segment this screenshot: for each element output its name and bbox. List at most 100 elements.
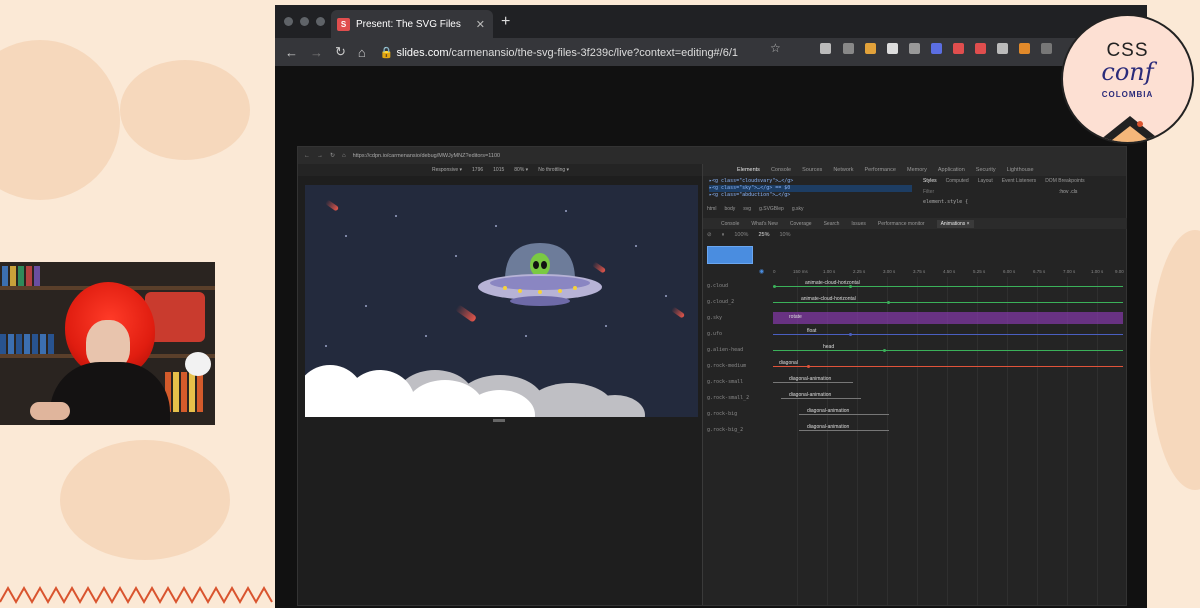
breadcrumb-item[interactable]: g.sky xyxy=(792,206,804,212)
breadcrumb-item[interactable]: svg xyxy=(743,206,751,212)
clear-icon[interactable]: ⊘ xyxy=(707,232,712,239)
extension-icon[interactable] xyxy=(1019,43,1030,54)
animation-group-preview[interactable] xyxy=(707,246,753,264)
home-icon[interactable]: ⌂ xyxy=(342,153,346,159)
breadcrumb-item[interactable]: body xyxy=(724,206,735,212)
back-arrow-icon[interactable]: ← xyxy=(304,153,310,159)
track-label[interactable]: g.cloud_2 xyxy=(707,299,734,305)
width-input[interactable]: 1796 xyxy=(472,167,483,173)
track-label[interactable]: g.rock-big xyxy=(707,411,737,417)
styles-filter-input[interactable]: Filter xyxy=(923,189,934,195)
resize-handle[interactable] xyxy=(493,419,505,422)
speed-100[interactable]: 100% xyxy=(734,232,748,239)
extension-icon[interactable] xyxy=(865,43,876,54)
track-label[interactable]: g.rock-small xyxy=(707,379,743,385)
address-bar[interactable]: 🔒 slides.com/carmenansio/the-svg-files-3… xyxy=(380,46,738,59)
track-label[interactable]: g.cloud xyxy=(707,283,728,289)
breadcrumb-item[interactable]: g.SVGBlep xyxy=(759,206,784,212)
tab-dom-breakpoints[interactable]: DOM Breakpoints xyxy=(1045,178,1084,184)
animation-name[interactable]: head xyxy=(823,344,834,350)
close-window-button[interactable] xyxy=(284,17,293,26)
extension-icon[interactable] xyxy=(931,43,942,54)
extension-icon[interactable] xyxy=(953,43,964,54)
reload-icon[interactable]: ↻ xyxy=(330,152,335,159)
animation-name[interactable]: diagonal-animation xyxy=(807,424,849,430)
drawer-tab-console[interactable]: Console xyxy=(721,221,739,227)
speed-10[interactable]: 10% xyxy=(779,232,790,239)
animation-name[interactable]: rotate xyxy=(789,314,802,320)
dom-node[interactable]: ▸<g class="abduction">…</g> xyxy=(709,192,912,199)
keyframe[interactable] xyxy=(807,365,810,368)
bookmark-star-icon[interactable]: ☆ xyxy=(770,41,781,55)
tab-network[interactable]: Network xyxy=(833,167,853,173)
zoom-select[interactable]: 80% ▾ xyxy=(514,167,528,173)
home-icon[interactable]: ⌂ xyxy=(358,45,366,60)
new-tab-button[interactable]: + xyxy=(501,13,510,31)
tab-elements[interactable]: Elements xyxy=(737,167,760,173)
animation-name[interactable]: animate-cloud-horizontal xyxy=(801,296,856,302)
reload-icon[interactable]: ↻ xyxy=(335,44,346,60)
extension-icon[interactable] xyxy=(997,43,1008,54)
tab-memory[interactable]: Memory xyxy=(907,167,927,173)
pause-icon[interactable]: ⏸ xyxy=(722,232,725,239)
extension-icon[interactable] xyxy=(909,43,920,54)
extension-icon[interactable] xyxy=(843,43,854,54)
star xyxy=(605,325,607,327)
track-label[interactable]: g.rock-small_2 xyxy=(707,395,749,401)
track-label[interactable]: g.rock-big_2 xyxy=(707,427,743,433)
tab-layout[interactable]: Layout xyxy=(978,178,993,184)
drawer-tab-search[interactable]: Search xyxy=(824,221,840,227)
logo-text-colombia: COLOMBIA xyxy=(1101,90,1154,99)
tab-console[interactable]: Console xyxy=(771,167,791,173)
keyframe[interactable] xyxy=(887,301,890,304)
animation-name[interactable]: diagonal-animation xyxy=(789,376,831,382)
tab-security[interactable]: Security xyxy=(976,167,996,173)
throttle-select[interactable]: No throttling ▾ xyxy=(538,167,569,173)
dom-node[interactable]: ▸<g class="cloudsvary">…</g> xyxy=(709,178,912,185)
keyframe[interactable] xyxy=(773,285,776,288)
extension-icon[interactable] xyxy=(820,43,831,54)
keyframe[interactable] xyxy=(849,285,852,288)
forward-arrow-icon[interactable]: → xyxy=(317,153,323,159)
device-select[interactable]: Responsive ▾ xyxy=(432,167,462,173)
back-arrow-icon[interactable]: ← xyxy=(285,45,298,60)
minimize-window-button[interactable] xyxy=(300,17,309,26)
extension-icon[interactable] xyxy=(1041,43,1052,54)
tab-computed[interactable]: Computed xyxy=(946,178,969,184)
animation-name[interactable]: float xyxy=(807,328,816,334)
track-label[interactable]: g.ufo xyxy=(707,331,722,337)
scrubber-icon[interactable]: ◉ xyxy=(759,268,764,275)
tab-sources[interactable]: Sources xyxy=(802,167,822,173)
extension-icon[interactable] xyxy=(975,43,986,54)
tab-event-listeners[interactable]: Event Listeners xyxy=(1002,178,1036,184)
maximize-window-button[interactable] xyxy=(316,17,325,26)
breadcrumb-item[interactable]: html xyxy=(707,206,716,212)
animation-name[interactable]: diagonal-animation xyxy=(807,408,849,414)
track-label[interactable]: g.rock-medium xyxy=(707,363,746,369)
drawer-tab-performance-monitor[interactable]: Performance monitor xyxy=(878,221,925,227)
track-label[interactable]: g.sky xyxy=(707,315,722,321)
extension-icon[interactable] xyxy=(887,43,898,54)
tab-styles[interactable]: Styles xyxy=(923,178,937,184)
keyframe[interactable] xyxy=(883,349,886,352)
height-input[interactable]: 1015 xyxy=(493,167,504,173)
styles-filter-hints[interactable]: :hov .cls xyxy=(1059,189,1077,195)
tab-lighthouse[interactable]: Lighthouse xyxy=(1007,167,1034,173)
animation-name[interactable]: diagonal-animation xyxy=(789,392,831,398)
star xyxy=(425,335,427,337)
tab-performance[interactable]: Performance xyxy=(864,167,896,173)
drawer-tab-whats-new[interactable]: What's New xyxy=(751,221,778,227)
tab-present-svg-files[interactable]: S Present: The SVG Files ✕ xyxy=(331,10,493,38)
inner-url[interactable]: https://cdpn.io/carmenansio/debug/MWJyMN… xyxy=(353,153,500,159)
drawer-tab-issues[interactable]: Issues xyxy=(851,221,865,227)
keyframe[interactable] xyxy=(849,333,852,336)
drawer-tab-animations[interactable]: Animations × xyxy=(936,219,974,228)
forward-arrow-icon[interactable]: → xyxy=(310,45,323,60)
drawer-tab-coverage[interactable]: Coverage xyxy=(790,221,812,227)
close-tab-icon[interactable]: ✕ xyxy=(476,18,485,31)
track-label[interactable]: g.alien-head xyxy=(707,347,743,353)
dom-node-selected[interactable]: ▸<g class="sky">…</g> == $0 xyxy=(709,185,912,192)
speed-25[interactable]: 25% xyxy=(758,232,769,239)
tab-application[interactable]: Application xyxy=(938,167,965,173)
animation-name[interactable]: diagonal xyxy=(779,360,798,366)
